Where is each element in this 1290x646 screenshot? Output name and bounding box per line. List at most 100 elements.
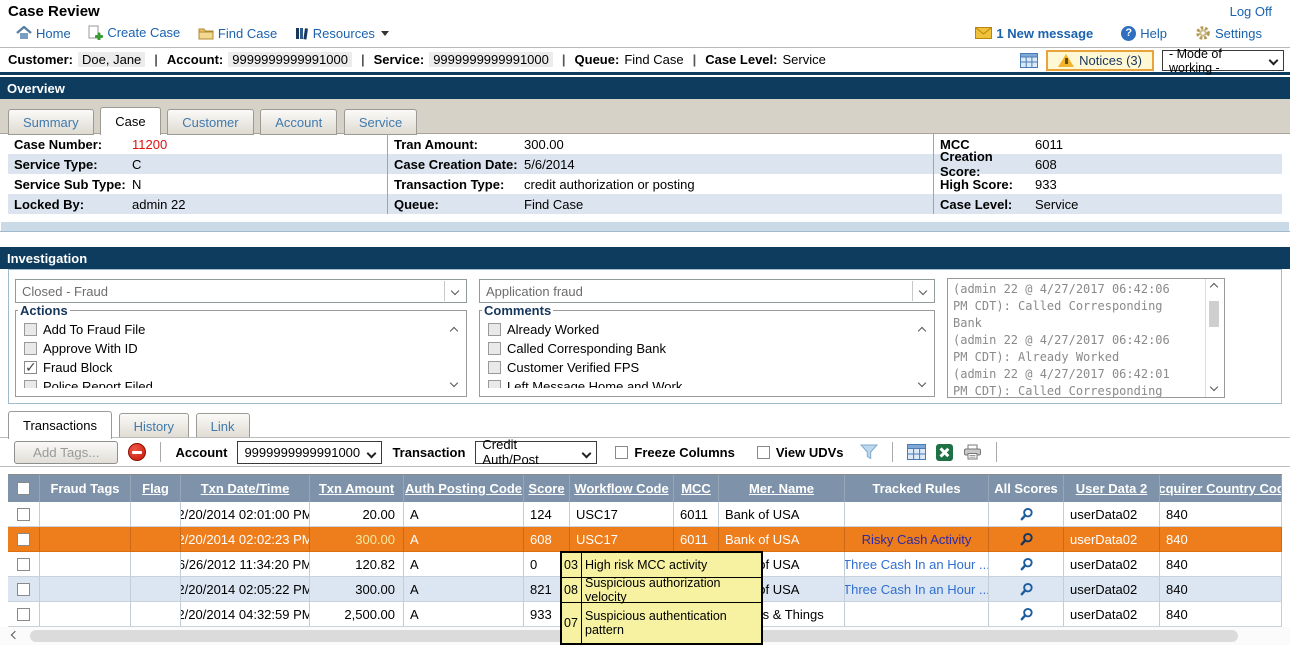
magnifier-icon[interactable] [1019, 607, 1034, 622]
select-all-checkbox-cell[interactable] [8, 475, 40, 502]
checkbox-checked[interactable] [24, 361, 37, 374]
action-item[interactable]: Add To Fraud File [24, 320, 466, 339]
scroll-up-icon[interactable] [1210, 283, 1218, 291]
mode-of-working-select[interactable]: - Mode of working - [1162, 50, 1284, 71]
tab-transactions[interactable]: Transactions [8, 411, 112, 439]
export-excel-icon[interactable] [936, 444, 953, 461]
nav-resources[interactable]: Resources [295, 26, 389, 41]
action-item[interactable]: Approve With ID [24, 339, 466, 358]
cell-all-scores[interactable] [989, 577, 1064, 601]
account-select[interactable]: 9999999999991000 [237, 441, 382, 464]
actions-scrollbar[interactable] [447, 324, 463, 392]
cell-tracked-rule[interactable]: Three Cash In an Hour ... [845, 577, 989, 601]
col-workflow-code[interactable]: Workflow Code [570, 475, 674, 502]
nav-create-case[interactable]: Create Case [88, 25, 180, 40]
magnifier-icon[interactable] [1019, 557, 1034, 572]
scroll-down-icon[interactable] [1210, 383, 1218, 391]
checkbox[interactable] [488, 380, 501, 388]
add-tags-button[interactable]: Add Tags... [14, 441, 118, 464]
cell-all-scores[interactable] [989, 502, 1064, 526]
tab-case[interactable]: Case [100, 107, 160, 135]
scroll-down-icon[interactable] [918, 379, 926, 387]
tab-service[interactable]: Service [344, 109, 417, 135]
comments-scrollbar[interactable] [915, 324, 931, 392]
col-txn-datetime[interactable]: Txn Date/Time [181, 475, 310, 502]
comment-item[interactable]: Called Corresponding Bank [488, 339, 934, 358]
cell-tracked-rule[interactable] [845, 602, 989, 626]
case-status-select[interactable]: Closed - Fraud [15, 279, 467, 303]
checkbox[interactable] [488, 323, 501, 336]
view-udvs-checkbox[interactable]: View UDVs [757, 445, 844, 460]
cell-tracked-rule[interactable] [845, 502, 989, 526]
tab-link[interactable]: Link [196, 413, 250, 439]
new-message-link[interactable]: 1 New message [975, 26, 1093, 41]
comment-item[interactable]: Customer Verified FPS [488, 358, 934, 377]
tab-summary[interactable]: Summary [8, 109, 94, 135]
col-fraud-tags[interactable]: Fraud Tags [40, 475, 131, 502]
row-checkbox[interactable] [17, 583, 30, 596]
table-view-icon[interactable] [907, 444, 926, 460]
action-item[interactable]: Fraud Block [24, 358, 466, 377]
checkbox[interactable] [488, 361, 501, 374]
tab-history[interactable]: History [119, 413, 189, 439]
investigation-log[interactable]: (admin 22 @ 4/27/2017 06:42:06 PM CDT): … [947, 278, 1225, 398]
col-txn-amount[interactable]: Txn Amount [310, 475, 404, 502]
row-checkbox[interactable] [17, 558, 30, 571]
checkbox[interactable] [488, 342, 501, 355]
checkbox[interactable] [615, 446, 628, 459]
grid-view-icon[interactable] [1020, 53, 1038, 68]
table-row[interactable]: 2/20/2014 02:01:00 PM 20.00 A 124 USC17 … [8, 502, 1282, 527]
scroll-left-icon[interactable] [11, 631, 19, 639]
filter-funnel-icon[interactable] [860, 444, 878, 460]
table-row-selected[interactable]: 2/20/2014 02:02:23 PM 300.00 A 608 USC17… [8, 527, 1282, 552]
col-user-data-2[interactable]: User Data 2 [1064, 475, 1160, 502]
row-checkbox[interactable] [17, 508, 30, 521]
cell-all-scores[interactable] [989, 602, 1064, 626]
col-mer-name[interactable]: Mer. Name [719, 475, 845, 502]
magnifier-icon[interactable] [1019, 532, 1034, 547]
col-acquirer-country-code[interactable]: Acquirer Country Code [1160, 475, 1282, 502]
scroll-up-icon[interactable] [450, 327, 458, 335]
queue-row: Queue:Find Case [388, 194, 933, 214]
col-flag[interactable]: Flag [131, 475, 181, 502]
help-link[interactable]: Help [1121, 26, 1167, 41]
checkbox[interactable] [24, 342, 37, 355]
log-off-link[interactable]: Log Off [1230, 4, 1272, 19]
checkbox[interactable] [17, 482, 30, 495]
magnifier-icon[interactable] [1019, 507, 1034, 522]
col-score[interactable]: Score [524, 475, 570, 502]
checkbox[interactable] [757, 446, 770, 459]
fraud-type-select[interactable]: Application fraud [479, 279, 935, 303]
print-icon[interactable] [963, 444, 982, 460]
cell-all-scores[interactable] [989, 527, 1064, 551]
tooltip-row: 08 Suspicious authorization velocity [562, 578, 761, 603]
tab-account[interactable]: Account [260, 109, 337, 135]
nav-home[interactable]: Home [16, 26, 71, 41]
checkbox[interactable] [24, 380, 37, 388]
row-checkbox[interactable] [17, 608, 30, 621]
nav-find-case[interactable]: Find Case [198, 26, 277, 41]
cell-tracked-rule[interactable]: Three Cash In an Hour ... [845, 552, 989, 576]
scroll-up-icon[interactable] [918, 327, 926, 335]
settings-link[interactable]: Settings [1195, 25, 1262, 41]
title-bar: Case Review Log Off [0, 0, 1290, 22]
scroll-down-icon[interactable] [450, 379, 458, 387]
transaction-select[interactable]: Credit Auth/Post [475, 441, 597, 464]
freeze-columns-checkbox[interactable]: Freeze Columns [615, 445, 734, 460]
tab-customer[interactable]: Customer [167, 109, 253, 135]
checkbox[interactable] [24, 323, 37, 336]
action-item[interactable]: Police Report Filed [24, 377, 466, 388]
comment-item[interactable]: Already Worked [488, 320, 934, 339]
cell-user-data: userData02 [1064, 527, 1160, 551]
magnifier-icon[interactable] [1019, 582, 1034, 597]
block-icon[interactable] [128, 443, 146, 461]
notices-button[interactable]: Notices (3) [1046, 50, 1154, 71]
col-auth-posting-code[interactable]: Auth Posting Code [404, 475, 524, 502]
cell-tracked-rule[interactable]: Risky Cash Activity [845, 527, 989, 551]
col-mcc[interactable]: MCC [674, 475, 719, 502]
cell-all-scores[interactable] [989, 552, 1064, 576]
scroll-thumb[interactable] [1209, 301, 1219, 327]
comment-item[interactable]: Left Message Home and Work [488, 377, 934, 388]
log-scrollbar[interactable] [1205, 279, 1222, 397]
row-checkbox[interactable] [17, 533, 30, 546]
